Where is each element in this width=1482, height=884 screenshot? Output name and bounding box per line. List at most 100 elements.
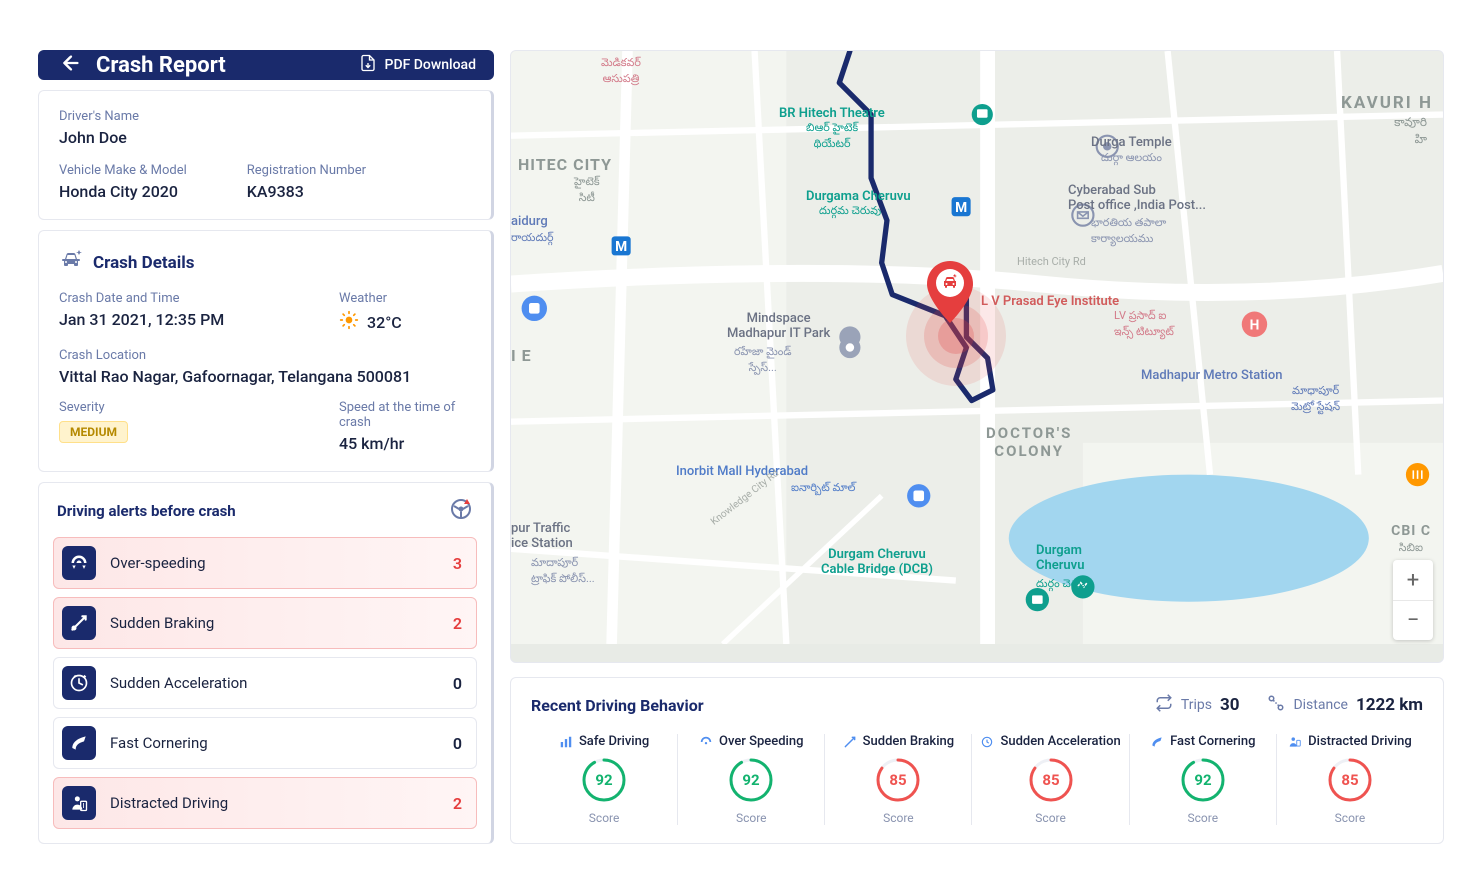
map-label-kavuri: KAVURI H [1341, 93, 1433, 113]
map-label-cbi: CBI C [1391, 523, 1431, 539]
driver-info-card: Driver's Name John Doe Vehicle Make & Mo… [38, 90, 494, 220]
svg-text:92: 92 [595, 771, 613, 789]
alert-type-icon [62, 786, 96, 820]
map-label-cyberabad-post: Cyberabad Sub Post office ,India Post... [1068, 183, 1206, 213]
map-label-inorbit: Inorbit Mall Hyderabad [676, 464, 808, 479]
alert-count: 0 [453, 734, 462, 753]
score-ring: 92 [581, 757, 627, 803]
svg-text:M: M [615, 239, 627, 255]
score-item: Safe Driving 92 Score [531, 734, 677, 825]
score-caption: Score [736, 811, 767, 825]
map-label-cbi-sub: సిబిఐ [1399, 541, 1423, 557]
driver-name-label: Driver's Name [59, 109, 471, 124]
svg-text:92: 92 [1194, 771, 1212, 789]
crash-speed-value: 45 km/hr [339, 434, 471, 453]
map-label-traffic-station: pur Traffic ice Station [511, 521, 573, 551]
score-item: Distracted Driving 85 Score [1276, 734, 1423, 825]
crash-details-title: Crash Details [93, 253, 194, 273]
score-label: Over Speeding [699, 734, 803, 749]
alert-row[interactable]: Sudden Braking 2 [53, 597, 477, 649]
svg-text:M: M [955, 200, 967, 216]
crash-location-label: Crash Location [59, 348, 471, 363]
map-label-doctors: DOCTOR'S COLONY [986, 424, 1072, 460]
map-label-br-theatre: BR Hitech Theatre [779, 106, 885, 121]
map-label-hitech-rd: Hitech City Rd [1017, 255, 1086, 268]
pdf-download-button[interactable]: PDF Download [359, 54, 476, 76]
svg-text:92: 92 [743, 771, 761, 789]
map-label-br-theatre-sub: బిఆర్ హైటెక్ థియేటర్ [806, 121, 858, 153]
map-label-cable-bridge: Durgam Cheruvu Cable Bridge (DCB) [821, 547, 933, 577]
svg-text:85: 85 [1341, 771, 1358, 789]
score-ring: 85 [1028, 757, 1074, 803]
alert-label: Over-speeding [110, 554, 439, 572]
steering-wheel-alert-icon [449, 497, 473, 525]
map-label-durgama-sub: దుర్గమ చెరువు [819, 204, 881, 220]
alert-row[interactable]: Fast Cornering 0 [53, 717, 477, 769]
alert-label: Sudden Braking [110, 614, 439, 632]
alert-label: Sudden Acceleration [110, 674, 439, 692]
alert-count: 2 [453, 794, 462, 813]
alert-count: 0 [453, 674, 462, 693]
map-label-madhapur-metro-sub: మాధాపూర్ మెట్రో స్టేషన్ [1291, 384, 1340, 416]
crash-datetime-label: Crash Date and Time [59, 291, 279, 306]
crash-speed-label: Speed at the time of crash [339, 400, 471, 430]
driving-alerts-title: Driving alerts before crash [57, 502, 236, 520]
alert-type-icon [62, 546, 96, 580]
score-caption: Score [589, 811, 620, 825]
svg-text:85: 85 [890, 771, 907, 789]
registration-label: Registration Number [247, 163, 366, 178]
score-caption: Score [1035, 811, 1066, 825]
pdf-icon [359, 54, 377, 76]
severity-label: Severity [59, 400, 279, 415]
distance-icon [1267, 694, 1285, 716]
trips-icon [1155, 694, 1173, 716]
crash-location-value: Vittal Rao Nagar, Gafoornagar, Telangana… [59, 367, 471, 386]
alert-label: Distracted Driving [110, 794, 439, 812]
driving-behavior-card: Recent Driving Behavior Trips 30 Distanc [510, 677, 1444, 844]
map-label-durgama: Durgama Cheruvu [806, 189, 911, 204]
alert-type-icon [62, 666, 96, 700]
alert-count: 2 [453, 614, 462, 633]
crash-details-card: Crash Details Crash Date and Time Jan 31… [38, 230, 494, 472]
map-label-durgam-sub: దుర్గం చెరువు [1036, 577, 1092, 593]
map-label-medicover: మెడికవర్ ఆసుపత్రి [601, 56, 641, 88]
distance-value: 1222 km [1356, 695, 1423, 715]
alert-row[interactable]: Distracted Driving 2 [53, 777, 477, 829]
map-label-mindspace-sub: రహేజా మైండ్ స్పేస్... [734, 345, 791, 377]
map-label-lv-prasad-sub: LV ప్రసాద్ ఐ ఇన్స్ టిట్యూట్ [1114, 309, 1174, 341]
map-label-durga-temple-sub: దుర్గా ఆలయం [1101, 151, 1162, 167]
map-zoom-controls: + − [1393, 560, 1433, 640]
trips-label: Trips [1181, 697, 1212, 713]
map-label-madhapur-metro: Madhapur Metro Station [1141, 368, 1282, 383]
severity-badge: MEDIUM [59, 421, 128, 443]
score-label: Fast Cornering [1150, 734, 1255, 749]
sun-icon [339, 310, 359, 334]
score-caption: Score [1335, 811, 1366, 825]
svg-text:H: H [1250, 318, 1260, 334]
score-item: Fast Cornering 92 Score [1129, 734, 1276, 825]
score-ring: 85 [875, 757, 921, 803]
alert-row[interactable]: Sudden Acceleration 0 [53, 657, 477, 709]
car-crash-icon [59, 249, 83, 277]
map-view[interactable]: M M H [510, 50, 1444, 663]
alert-row[interactable]: Over-speeding 3 [53, 537, 477, 589]
score-label: Safe Driving [559, 734, 649, 749]
map-label-mindspace: Mindspace Madhapur IT Park [727, 311, 830, 341]
page-title: Crash Report [96, 53, 226, 78]
score-item: Over Speeding 92 Score [677, 734, 824, 825]
score-label: Distracted Driving [1288, 734, 1412, 749]
score-caption: Score [1188, 811, 1219, 825]
zoom-out-button[interactable]: − [1393, 600, 1433, 640]
crash-location-pin[interactable] [925, 261, 975, 327]
map-label-traffic-station-sub: మాదాపూర్ ట్రాఫిక్ పోలీస్... [531, 556, 595, 588]
map-label-raidurg: aidurg [511, 214, 548, 229]
registration-value: KA9383 [247, 182, 366, 201]
alert-label: Fast Cornering [110, 734, 439, 752]
alert-count: 3 [453, 554, 462, 573]
map-label-cyberabad-post-sub: భారతియ తపాలా కార్యాలయము [1091, 216, 1166, 248]
map-label-durga-temple: Durga Temple [1091, 135, 1172, 150]
back-icon[interactable] [56, 52, 82, 78]
vehicle-label: Vehicle Make & Model [59, 163, 187, 178]
score-ring: 92 [1180, 757, 1226, 803]
zoom-in-button[interactable]: + [1393, 560, 1433, 600]
